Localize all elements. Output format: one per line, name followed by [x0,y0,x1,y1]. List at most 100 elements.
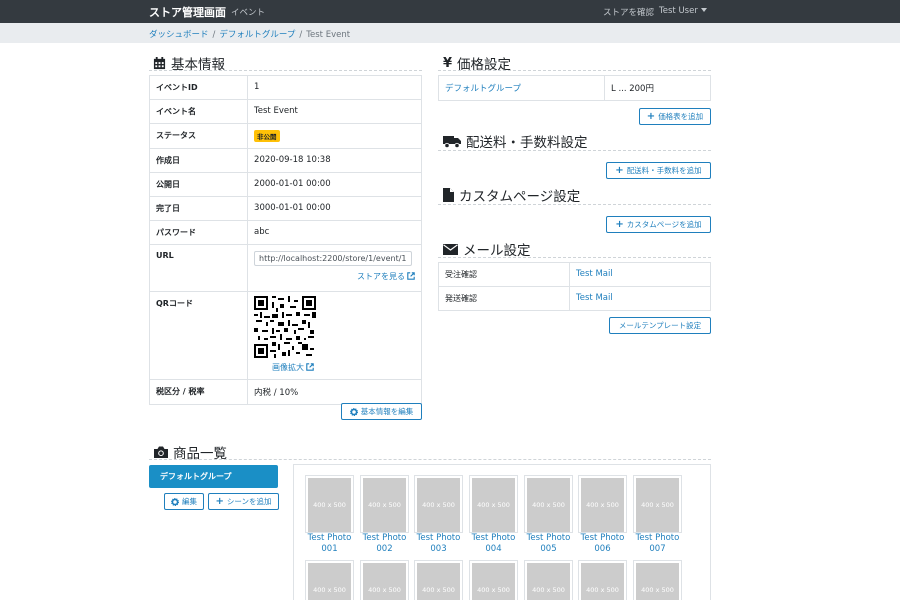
mail-template-settings-button[interactable]: メールテンプレート設定 [609,317,711,334]
top-navbar: ストア管理画面 イベント ストアを確認 Test User [0,0,900,23]
photo-title-link[interactable]: Test Photo 001 [302,533,357,555]
yen-icon: ¥ [443,55,453,71]
gear-icon [171,497,179,506]
mail-title: メール設定 [463,243,531,259]
mail-row-label: 発送確認 [438,286,570,311]
table-row: 発送確認 Test Mail [438,286,711,311]
breadcrumb: ダッシュボード / デフォルトグループ / Test Event [149,28,350,40]
nav-link-store[interactable]: ストアを確認 [603,6,654,18]
photo-thumbnail[interactable]: 400 x 500 [524,560,573,600]
table-row: 作成日 2020-09-18 10:38 [148,148,422,173]
photo-placeholder: 400 x 500 [472,478,515,532]
photo-placeholder: 400 x 500 [363,563,406,600]
section-divider [149,459,711,460]
photo-title-link[interactable]: Test Photo 005 [521,533,576,555]
order-confirm-mail-link[interactable]: Test Mail [576,269,613,279]
status-badge: 非公開 [254,130,280,142]
photo-thumbnail[interactable]: 400 x 500 [305,560,354,600]
password-value: abc [247,220,422,245]
mail-heading: メール設定 [443,239,531,259]
photo-title-link[interactable]: Test Photo 006 [575,533,630,555]
custom-page-heading: カスタムページ設定 [443,185,580,205]
envelope-icon [443,243,458,255]
brand-title[interactable]: ストア管理画面 [149,4,226,20]
nav-link-event[interactable]: イベント [231,6,265,18]
table-row: 公開日 2000-01-01 00:00 [148,172,422,197]
photo-thumbnail[interactable]: 400 x 500 [578,475,627,533]
photo-thumbnail[interactable]: 400 x 500 [360,475,409,533]
photo-placeholder: 400 x 500 [417,478,460,532]
add-shipping-fee-button[interactable]: + 配送料・手数料を追加 [606,162,711,179]
url-field[interactable]: http://localhost:2200/store/1/event/1 [254,251,413,266]
user-menu-label: Test User [659,6,698,16]
table-row: パスワード abc [148,220,422,245]
end-date-value: 3000-01-01 00:00 [247,196,422,221]
breadcrumb-bar: ダッシュボード / デフォルトグループ / Test Event [0,23,900,43]
add-price-table-button[interactable]: + 価格表を追加 [639,108,711,125]
section-divider [149,70,422,71]
add-shipping-fee-label: 配送料・手数料を追加 [626,166,702,175]
basic-info-table: イベントID 1 イベント名 Test Event ステータス 非公開 作成日 … [148,75,422,405]
photo-placeholder: 400 x 500 [636,563,679,600]
image-zoom-label: 画像拡大 [272,363,305,372]
table-row: 受注確認 Test Mail [438,262,711,287]
photo-thumbnail[interactable]: 400 x 500 [305,475,354,533]
table-row: URL http://localhost:2200/store/1/event/… [148,244,422,292]
edit-basic-info-button[interactable]: 基本情報を編集 [341,403,422,420]
edit-group-button[interactable]: 編集 [164,493,204,510]
edit-basic-info-label: 基本情報を編集 [360,407,414,416]
photo-thumbnail[interactable]: 400 x 500 [414,475,463,533]
external-link-icon [407,272,415,280]
photo-thumbnail[interactable]: 400 x 500 [578,560,627,600]
mail-table: 受注確認 Test Mail 発送確認 Test Mail [438,262,711,311]
photo-placeholder: 400 x 500 [308,563,351,600]
photo-placeholder: 400 x 500 [308,478,351,532]
ship-confirm-mail-link[interactable]: Test Mail [576,293,613,303]
section-divider [438,257,711,258]
photo-thumbnail[interactable]: 400 x 500 [524,475,573,533]
table-row: 税区分 / 税率 内税 / 10% [148,379,422,405]
photo-title-link[interactable]: Test Photo 007 [630,533,685,555]
external-link-icon [306,363,314,371]
row-label: イベント名 [148,99,249,124]
truck-icon [443,135,461,148]
photo-thumbnail[interactable]: 400 x 500 [360,560,409,600]
file-icon [443,188,454,202]
custom-page-title: カスタムページ設定 [459,189,581,205]
breadcrumb-current: Test Event [306,30,351,40]
photo-title-link[interactable]: Test Photo 002 [357,533,412,555]
group-select-button[interactable]: デフォルトグループ [149,465,278,488]
table-row: イベントID 1 [148,75,422,100]
add-custom-page-button[interactable]: + カスタムページを追加 [606,216,711,233]
photo-title-link[interactable]: Test Photo 003 [411,533,466,555]
photo-title-link[interactable]: Test Photo 004 [466,533,521,555]
tax-value: 内税 / 10% [247,379,422,405]
qr-code-image[interactable] [254,296,317,358]
breadcrumb-dashboard[interactable]: ダッシュボード [149,30,209,40]
add-scene-button[interactable]: + シーンを追加 [208,493,279,510]
add-custom-page-label: カスタムページを追加 [626,220,702,229]
photo-thumbnail[interactable]: 400 x 500 [633,560,682,600]
plus-icon: + [615,218,624,230]
price-table: デフォルトグループ L ... 200円 [438,75,711,101]
shipping-heading: 配送料・手数料設定 [443,131,588,151]
price-group-link[interactable]: デフォルトグループ [445,84,521,94]
photo-placeholder: 400 x 500 [363,478,406,532]
image-zoom-link[interactable]: 画像拡大 [272,363,314,372]
store-view-link[interactable]: ストアを見る [357,272,415,281]
mail-row-label: 受注確認 [438,262,570,287]
calendar-icon [153,56,166,69]
table-row: QRコード 画像拡大 [148,291,422,380]
event-id-value: 1 [247,75,422,100]
section-divider [438,70,711,71]
created-date-value: 2020-09-18 10:38 [247,148,422,173]
user-menu[interactable]: Test User [659,6,707,16]
photo-thumbnail[interactable]: 400 x 500 [469,560,518,600]
chevron-down-icon [700,8,707,12]
photo-thumbnail[interactable]: 400 x 500 [633,475,682,533]
breadcrumb-group[interactable]: デフォルトグループ [219,30,295,40]
photo-placeholder: 400 x 500 [472,563,515,600]
photo-thumbnail[interactable]: 400 x 500 [414,560,463,600]
photo-thumbnail[interactable]: 400 x 500 [469,475,518,533]
table-row: イベント名 Test Event [148,99,422,124]
